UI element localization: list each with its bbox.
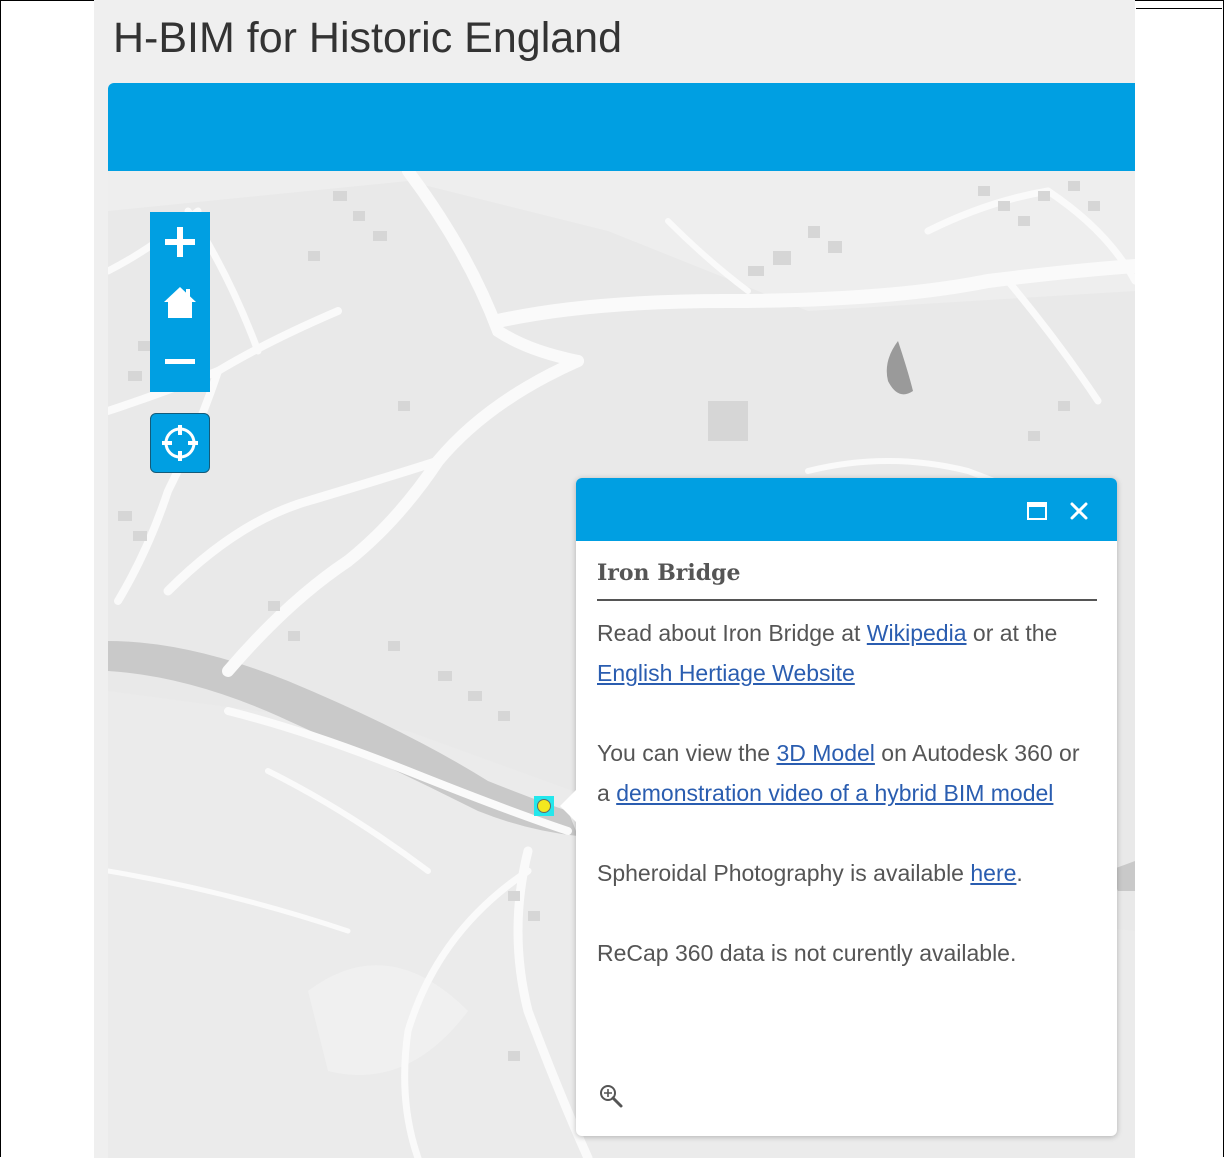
info-popup: Iron Bridge Read about Iron Bridge at Wi…: [560, 478, 1117, 1136]
3d-model-link[interactable]: 3D Model: [776, 740, 874, 766]
marker-dot: [537, 799, 551, 813]
popup-content: Iron Bridge Read about Iron Bridge at Wi…: [597, 541, 1097, 973]
popup-paragraph-recap: ReCap 360 data is not curently available…: [597, 940, 1017, 966]
map-marker[interactable]: [534, 796, 554, 816]
maximize-icon: [1027, 502, 1047, 520]
demo-video-link[interactable]: demonstration video of a hybrid BIM mode…: [616, 780, 1053, 806]
zoom-controls: [150, 212, 210, 392]
app-title: H-BIM for Historic England: [113, 14, 622, 62]
text: or at the: [966, 620, 1058, 646]
maximize-button[interactable]: [1024, 498, 1050, 524]
popup-title: Iron Bridge: [597, 559, 1097, 601]
zoom-in-button[interactable]: [150, 212, 210, 272]
crosshair-icon: [162, 425, 198, 461]
zoom-out-button[interactable]: [150, 332, 210, 392]
wikipedia-link[interactable]: Wikipedia: [867, 620, 967, 646]
zoom-to-button[interactable]: [597, 1082, 625, 1110]
app-page: H-BIM for Historic England Iron Bridge R…: [94, 0, 1135, 1158]
plus-icon: [165, 227, 195, 257]
minus-icon: [165, 359, 195, 364]
text: .: [1016, 860, 1023, 886]
popup-paragraph-model: You can view the 3D Model on Autodesk 36…: [597, 733, 1097, 813]
divider: [1136, 8, 1222, 9]
text: Read about Iron Bridge at: [597, 620, 867, 646]
text: Spheroidal Photography is available: [597, 860, 971, 886]
text: You can view the: [597, 740, 777, 766]
zoom-in-icon: [600, 1085, 623, 1108]
photography-link[interactable]: here: [970, 860, 1016, 886]
home-button[interactable]: [150, 272, 210, 332]
popup-pointer: [560, 790, 576, 822]
popup-paragraph-photography: Spheroidal Photography is available here…: [597, 853, 1097, 893]
home-icon: [164, 287, 196, 318]
popup-header: [576, 478, 1117, 541]
popup-paragraph-links: Read about Iron Bridge at Wikipedia or a…: [597, 613, 1097, 693]
close-icon: [1070, 502, 1088, 520]
english-heritage-link[interactable]: English Hertiage Website: [597, 660, 855, 686]
locate-button[interactable]: [150, 413, 210, 473]
close-button[interactable]: [1066, 498, 1092, 524]
header-bar: [108, 83, 1135, 171]
